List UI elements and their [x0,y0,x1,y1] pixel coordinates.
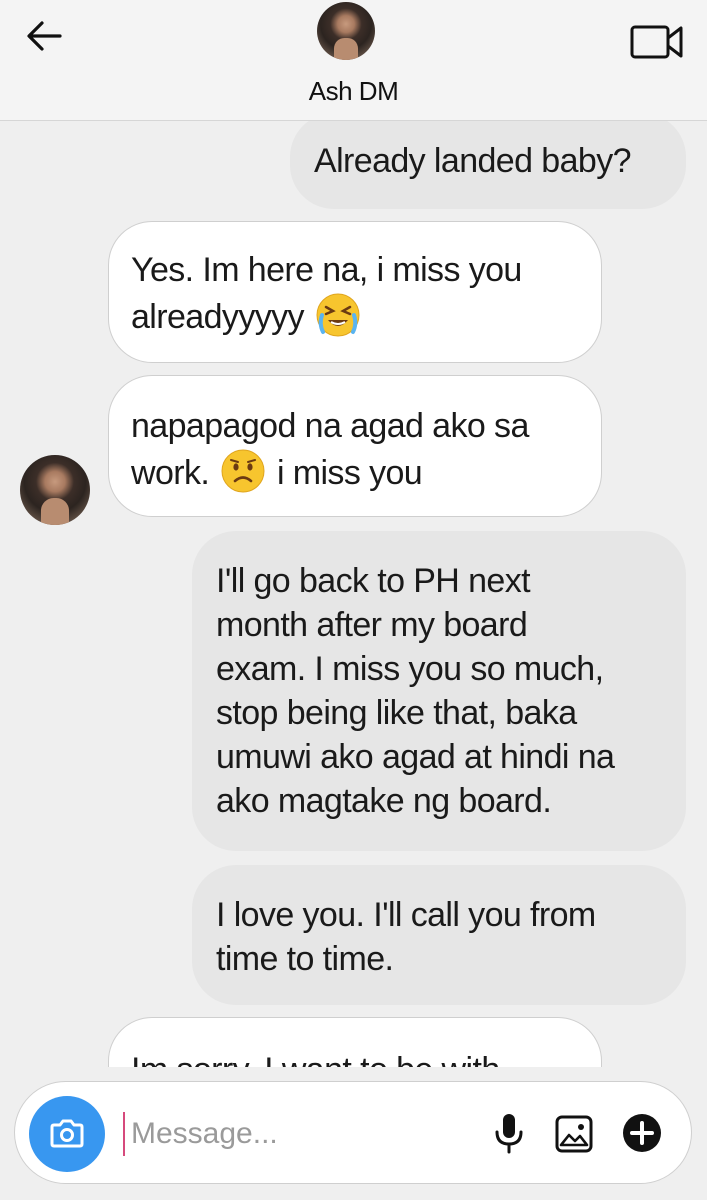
microphone-icon [495,1114,523,1154]
message-text-line: Yes. Im here na, i miss you [131,251,522,289]
message-text-line: ako magtake ng board. [216,782,552,820]
message-bubble-incoming[interactable]: Yes. Im here na, i miss you alreadyyyyy [108,221,602,363]
message-composer [14,1081,692,1184]
plus-circle-icon [623,1114,661,1152]
message-text: Already landed baby? [314,142,632,180]
video-camera-icon [630,25,683,59]
message-bubble-incoming[interactable]: Im sorry. I want to be with [108,1017,602,1067]
message-text-line: umuwi ako agad at hindi na [216,738,615,776]
worried-face-emoji [221,449,265,493]
message-bubble-outgoing[interactable]: I love you. I'll call you from time to t… [192,865,686,1005]
more-options-button[interactable] [621,1112,663,1154]
message-bubble-outgoing[interactable]: I'll go back to PH next month after my b… [192,531,686,851]
message-input[interactable] [123,1112,453,1156]
gallery-button[interactable] [552,1112,596,1156]
message-text-line: month after my board [216,606,528,644]
camera-icon [50,1119,84,1148]
message-text-line: work. i miss you [131,448,579,495]
message-text-line: I love you. I'll call you from [216,896,596,934]
message-text-line: time to time. [216,940,394,978]
loudly-crying-face-emoji [316,293,360,337]
arrow-left-icon [27,21,62,51]
message-thread[interactable]: Already landed baby? Yes. Im here na, i … [0,121,707,1067]
image-gallery-icon [555,1115,593,1153]
message-bubble-outgoing[interactable]: Already landed baby? [290,121,686,209]
contact-name[interactable]: Ash DM [0,76,707,107]
contact-avatar[interactable] [317,2,375,60]
message-text-line: alreadyyyyy [131,292,579,339]
message-text-line: napapagod na agad ako sa [131,407,529,445]
camera-button[interactable] [29,1096,105,1172]
message-bubble-incoming[interactable]: napapagod na agad ako sa work. i miss yo… [108,375,602,517]
back-button[interactable] [22,16,66,56]
voice-message-button[interactable] [489,1110,529,1156]
message-text-line: Im sorry. I want to be with [131,1048,579,1067]
message-text-line: stop being like that, baka [216,694,577,732]
chat-header: Ash DM [0,0,707,121]
video-call-button[interactable] [629,20,685,64]
sender-avatar[interactable] [20,455,90,525]
message-text-line: I'll go back to PH next [216,562,531,600]
dm-chat-screen: Ash DM Already landed baby? Yes. Im here… [0,0,707,1200]
message-text-line: exam. I miss you so much, [216,650,604,688]
